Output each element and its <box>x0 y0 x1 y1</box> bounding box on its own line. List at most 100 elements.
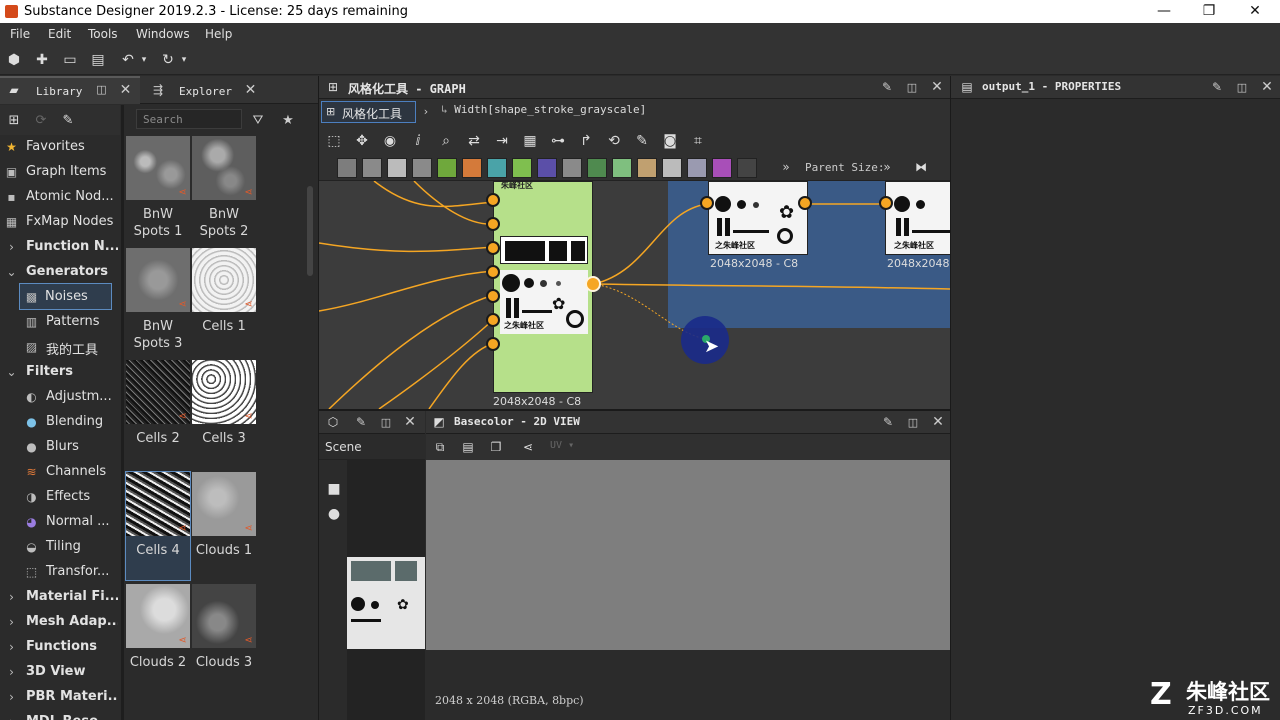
library-thumbnail[interactable]: ⋖ Cells 4 <box>125 471 191 581</box>
tree-item[interactable]: › Functions <box>0 634 118 659</box>
panel-splitter[interactable] <box>319 409 950 411</box>
graph-node-right-1[interactable]: ✿ 之朱峰社区 <box>708 181 808 255</box>
new-graph-icon[interactable]: ✚ <box>33 51 51 69</box>
input-port[interactable] <box>486 193 500 207</box>
svg-node-icon[interactable] <box>362 158 382 178</box>
input-port[interactable] <box>486 337 500 351</box>
connect-icon[interactable]: ⇄ <box>465 132 483 150</box>
node-preview-icon[interactable]: ⧓ <box>911 159 931 175</box>
tree-item[interactable]: ≋ Channels <box>0 459 118 484</box>
more-icon[interactable]: » <box>780 159 792 175</box>
favorite-filter-icon[interactable]: ★ <box>280 112 296 128</box>
tree-item[interactable]: ▨ 我的工具 <box>0 334 118 359</box>
layout-icon[interactable]: ▦ <box>521 132 539 150</box>
histogram-icon[interactable] <box>687 158 707 178</box>
tree-item[interactable]: ● Blending <box>0 409 118 434</box>
new-library-icon[interactable]: ⊞ <box>6 112 22 128</box>
color-icon[interactable] <box>462 158 482 178</box>
menu-file[interactable]: File <box>10 27 30 41</box>
tree-item[interactable]: ▥ Patterns <box>0 309 118 334</box>
library-thumbnail[interactable]: ⋖ Cells 3 <box>192 360 256 447</box>
wrench-icon[interactable]: ✎ <box>633 132 651 150</box>
panel-splitter[interactable] <box>950 76 951 720</box>
maximize-panel-icon[interactable]: ◫ <box>95 83 108 96</box>
tree-item[interactable]: ● Blurs <box>0 434 118 459</box>
pin-icon[interactable]: ✎ <box>880 80 894 94</box>
library-thumbnail[interactable]: ⋖ Clouds 1 <box>192 472 256 559</box>
info-icon[interactable]: ⅈ <box>409 132 427 150</box>
3d-cube-icon[interactable]: ⬡ <box>326 415 340 429</box>
tree-item[interactable]: ★ Favorites <box>0 134 118 159</box>
search-input[interactable]: Search <box>136 109 242 129</box>
uv-dropdown[interactable]: UV ▾ <box>550 440 574 451</box>
screenshot-icon[interactable]: ◉ <box>381 132 399 150</box>
tree-item[interactable]: › Material Fi... <box>0 584 118 609</box>
tree-item[interactable]: ▩ Noises <box>19 283 112 310</box>
input-icon[interactable] <box>612 158 632 178</box>
new-package-icon[interactable]: ⬢ <box>5 51 23 69</box>
menu-tools[interactable]: Tools <box>88 27 118 41</box>
undo-icon[interactable]: ↶ <box>119 51 137 69</box>
tree-item[interactable]: › MDL Reso... <box>0 709 118 720</box>
slider-icon[interactable] <box>637 158 657 178</box>
tree-item[interactable]: ▦ FxMap Nodes <box>0 209 118 234</box>
library-thumbnail[interactable]: ⋖ BnW Spots 3 <box>126 248 190 352</box>
tree-item[interactable]: ◒ Tiling <box>0 534 118 559</box>
save-icon[interactable]: ▤ <box>89 51 107 69</box>
grid-icon[interactable] <box>562 158 582 178</box>
save-image-icon[interactable]: ▤ <box>460 439 476 455</box>
close-explorer-icon[interactable]: ✕ <box>244 82 257 98</box>
maximize-panel-icon[interactable]: ◫ <box>1235 80 1249 94</box>
gradient-icon[interactable] <box>512 158 532 178</box>
close-icon[interactable]: ✕ <box>1240 2 1270 20</box>
output-icon[interactable] <box>587 158 607 178</box>
close-2d-view-icon[interactable]: ✕ <box>931 414 945 430</box>
undo-dropdown-icon[interactable]: ▾ <box>139 51 149 69</box>
thumbnail-scrollbar[interactable] <box>307 186 313 276</box>
tree-item[interactable]: ▪ Atomic Nod... <box>0 184 118 209</box>
input-port[interactable] <box>486 313 500 327</box>
menu-edit[interactable]: Edit <box>48 27 71 41</box>
arc-icon[interactable] <box>537 158 557 178</box>
graph-node-main[interactable]: 朱峰社区 ✿ 之朱峰社区 <box>493 181 593 393</box>
share-icon[interactable]: ⋖ <box>520 439 536 455</box>
tree-item[interactable]: ⌄ Generators <box>0 259 118 284</box>
pin-icon[interactable]: ✎ <box>881 415 895 429</box>
refresh-library-icon[interactable]: ⟳ <box>33 112 49 128</box>
sphere-icon[interactable] <box>662 158 682 178</box>
drop-icon[interactable] <box>387 158 407 178</box>
output-port[interactable] <box>798 196 812 210</box>
move-icon[interactable]: ✥ <box>353 132 371 150</box>
sync-icon[interactable]: ⟲ <box>605 132 623 150</box>
tree-item[interactable]: ⌄ Filters <box>0 359 118 384</box>
tree-item[interactable]: ⬚ Transfor... <box>0 559 118 584</box>
close-scene-icon[interactable]: ✕ <box>403 414 417 430</box>
copy-image-icon[interactable]: ❐ <box>488 439 504 455</box>
menu-help[interactable]: Help <box>205 27 232 41</box>
levels-icon[interactable] <box>487 158 507 178</box>
output-port[interactable] <box>585 276 601 292</box>
scene-viewport[interactable]: ✿ <box>347 459 425 720</box>
close-library-icon[interactable]: ✕ <box>119 82 132 98</box>
input-port[interactable] <box>486 217 500 231</box>
tree-item[interactable]: › Mesh Adap... <box>0 609 118 634</box>
maximize-panel-icon[interactable]: ◫ <box>906 415 920 429</box>
route-icon[interactable]: ↱ <box>577 132 595 150</box>
light-bulb-icon[interactable]: ● <box>325 505 343 523</box>
maximize-icon[interactable]: ❐ <box>1194 2 1224 20</box>
redo-dropdown-icon[interactable]: ▾ <box>179 51 189 69</box>
publish-icon[interactable]: ◙ <box>661 132 679 150</box>
dot-pattern-icon[interactable] <box>737 158 757 178</box>
tree-item[interactable]: ◕ Normal ... <box>0 509 118 534</box>
search-icon[interactable]: ⌕ <box>437 132 455 150</box>
breadcrumb-item[interactable]: ↳ Width[shape_stroke_grayscale] <box>441 103 646 121</box>
curve-icon[interactable] <box>437 158 457 178</box>
crop-icon[interactable]: ⌗ <box>689 132 707 150</box>
image-node-icon[interactable] <box>337 158 357 178</box>
graph-node-right-2[interactable]: 之朱峰社区 <box>885 181 950 255</box>
frame-icon[interactable]: ⬚ <box>325 132 343 150</box>
tree-item[interactable]: › 3D View <box>0 659 118 684</box>
tree-item[interactable]: › Function N... <box>0 234 118 259</box>
input-port[interactable] <box>700 196 714 210</box>
maximize-panel-icon[interactable]: ◫ <box>905 80 919 94</box>
